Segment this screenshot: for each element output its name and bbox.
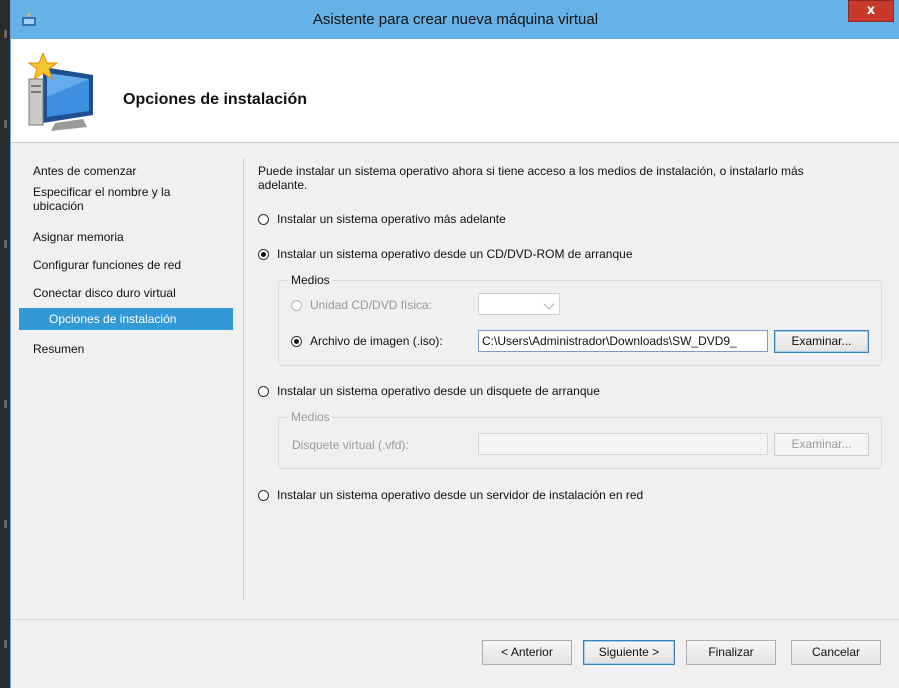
wizard-header: Opciones de instalación xyxy=(11,39,899,143)
background-desktop-strip xyxy=(0,0,10,688)
physical-drive-select[interactable] xyxy=(478,293,560,315)
physical-drive-label: Unidad CD/DVD física: xyxy=(310,298,433,312)
cd-media-group: Medios xyxy=(278,273,882,366)
nav-item-opciones-instalacion[interactable]: Opciones de instalación xyxy=(19,308,233,330)
floppy-media-legend: Medios xyxy=(289,410,332,424)
radio-install-floppy[interactable] xyxy=(258,385,269,397)
radio-physical-drive[interactable] xyxy=(291,299,302,311)
nav-item-label-line1: Especificar el nombre y la xyxy=(33,185,171,199)
option-iso-file[interactable]: Archivo de imagen (.iso): xyxy=(291,333,443,349)
page-title: Opciones de instalación xyxy=(123,91,308,108)
option-install-floppy-label: Instalar un sistema operativo desde un d… xyxy=(277,384,600,398)
radio-install-network[interactable] xyxy=(258,489,269,501)
window-title: Asistente para crear nueva máquina virtu… xyxy=(312,11,599,28)
vfd-path-input[interactable] xyxy=(478,433,768,455)
radio-install-cd[interactable] xyxy=(258,248,269,260)
radio-iso-file[interactable] xyxy=(291,335,302,347)
option-install-network[interactable]: Instalar un sistema operativo desde un s… xyxy=(258,487,643,503)
browse-iso-button[interactable]: Examinar... xyxy=(774,330,869,353)
iso-file-label: Archivo de imagen (.iso): xyxy=(310,334,443,348)
nav-item-conectar-disco[interactable]: Conectar disco duro virtual xyxy=(19,286,233,300)
option-install-floppy[interactable]: Instalar un sistema operativo desde un d… xyxy=(258,383,600,399)
close-button[interactable]: x xyxy=(848,0,894,22)
nav-item-resumen[interactable]: Resumen xyxy=(19,342,233,356)
desktop-mark xyxy=(4,400,7,408)
wizard-window: Asistente para crear nueva máquina virtu… xyxy=(10,0,899,688)
option-install-cd[interactable]: Instalar un sistema operativo desde un C… xyxy=(258,246,633,262)
finish-button[interactable]: Finalizar xyxy=(686,640,776,665)
nav-item-especificar-nombre[interactable]: Especificar el nombre y la ubicación xyxy=(19,185,233,213)
desktop-mark xyxy=(4,240,7,248)
footer-divider xyxy=(11,619,899,620)
radio-install-later[interactable] xyxy=(258,213,269,225)
desktop-mark xyxy=(4,640,7,648)
desktop-mark xyxy=(4,520,7,528)
option-install-network-label: Instalar un sistema operativo desde un s… xyxy=(277,488,644,502)
nav-item-configurar-red[interactable]: Configurar funciones de red xyxy=(19,258,233,272)
option-physical-drive[interactable]: Unidad CD/DVD física: xyxy=(291,297,432,313)
iso-path-input[interactable]: C:\Users\Administrador\Downloads\SW_DVD9… xyxy=(478,330,768,352)
previous-button[interactable]: < Anterior xyxy=(482,640,572,665)
option-install-later-label: Instalar un sistema operativo más adelan… xyxy=(277,212,506,226)
desktop-mark xyxy=(4,30,7,38)
next-button[interactable]: Siguiente > xyxy=(583,640,675,665)
option-install-later[interactable]: Instalar un sistema operativo más adelan… xyxy=(258,211,506,227)
cd-media-legend: Medios xyxy=(289,273,332,287)
nav-item-antes-de-comenzar[interactable]: Antes de comenzar xyxy=(19,164,233,178)
intro-line-2: adelante. xyxy=(258,178,308,192)
chevron-down-icon xyxy=(543,298,555,310)
title-bar[interactable]: Asistente para crear nueva máquina virtu… xyxy=(11,0,899,39)
vfd-label: Disquete virtual (.vfd): xyxy=(292,438,409,452)
browse-vfd-button[interactable]: Examinar... xyxy=(774,433,869,456)
cancel-button[interactable]: Cancelar xyxy=(791,640,881,665)
nav-divider xyxy=(243,158,244,601)
desktop-mark xyxy=(4,120,7,128)
nav-item-asignar-memoria[interactable]: Asignar memoria xyxy=(19,230,233,244)
nav-item-label-line2: ubicación xyxy=(33,199,84,213)
computer-star-icon xyxy=(27,53,93,131)
intro-text: Puede instalar un sistema operativo ahor… xyxy=(258,164,878,192)
intro-line-1: Puede instalar un sistema operativo ahor… xyxy=(258,164,804,178)
option-install-cd-label: Instalar un sistema operativo desde un C… xyxy=(277,247,633,261)
